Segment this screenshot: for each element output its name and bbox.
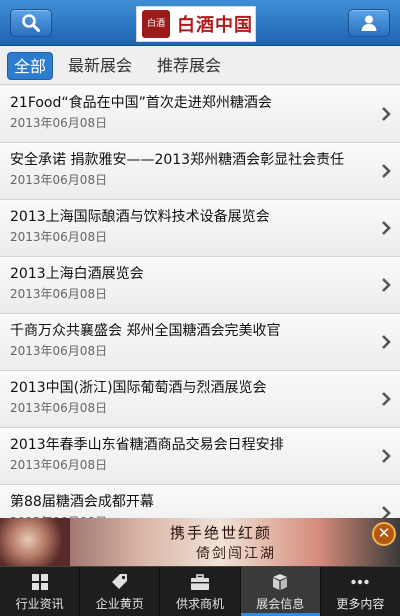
chevron-right-icon xyxy=(382,221,391,235)
tab-all[interactable]: 全部 xyxy=(7,52,53,80)
nav-label: 供求商机 xyxy=(176,597,225,611)
close-icon[interactable]: ✕ xyxy=(372,522,396,546)
nav-item-supply-demand[interactable]: 供求商机 xyxy=(160,567,241,616)
item-title: 2013中国(浙江)国际葡萄酒与烈酒展览会 xyxy=(10,380,267,396)
box-icon xyxy=(273,574,288,590)
item-date: 2013年06月08日 xyxy=(10,173,108,187)
item-date: 2013年06月08日 xyxy=(10,458,108,472)
search-icon xyxy=(22,14,40,32)
filter-tabs: 全部 最新展会 推荐展会 xyxy=(0,47,400,85)
chevron-right-icon xyxy=(382,278,391,292)
nav-label: 展会信息 xyxy=(256,597,305,611)
item-title: 2013年春季山东省糖酒商品交易会日程安排 xyxy=(10,437,284,453)
tab-latest-expos[interactable]: 最新展会 xyxy=(68,52,132,80)
nav-label: 企业黄页 xyxy=(95,597,144,611)
item-title: 21Food“食品在中国”首次走进郑州糖酒会 xyxy=(10,95,272,111)
nav-item-industry-news[interactable]: 行业资讯 xyxy=(0,567,81,616)
more-dots-icon xyxy=(351,579,370,585)
item-date: 2013年06月08日 xyxy=(10,230,108,244)
list-item[interactable]: 2013年春季山东省糖酒商品交易会日程安排 2013年06月08日 xyxy=(0,428,400,485)
bottom-nav: 行业资讯 企业黄页 供求商机 展会信息 更多内容 xyxy=(0,566,400,616)
item-date: 2013年06月08日 xyxy=(10,401,108,415)
list-item[interactable]: 2013中国(浙江)国际葡萄酒与烈酒展览会 2013年06月08日 xyxy=(0,371,400,428)
chevron-right-icon xyxy=(382,392,391,406)
chevron-right-icon xyxy=(382,107,391,121)
header-bar: 白酒 白酒中国 xyxy=(0,0,400,46)
logo-text: 白酒中国 xyxy=(177,15,253,36)
nav-item-company-directory[interactable]: 企业黄页 xyxy=(80,567,161,616)
chevron-right-icon xyxy=(382,449,391,463)
expo-list: 21Food“食品在中国”首次走进郑州糖酒会 2013年06月08日 安全承诺 … xyxy=(0,86,400,542)
ad-headline: 携手绝世红颜 xyxy=(170,524,273,542)
search-button[interactable] xyxy=(10,9,52,37)
ad-banner[interactable]: 携手绝世红颜 倚剑闯江湖 ✕ xyxy=(0,518,400,566)
item-date: 2013年06月08日 xyxy=(10,344,108,358)
ad-character-image xyxy=(0,518,70,566)
user-icon xyxy=(361,15,377,31)
item-title: 千商万众共襄盛会 郑州全国糖酒会完美收官 xyxy=(10,323,281,339)
nav-item-more[interactable]: 更多内容 xyxy=(321,567,400,616)
nav-label: 行业资讯 xyxy=(15,597,64,611)
tag-icon xyxy=(111,574,127,589)
item-date: 2013年06月08日 xyxy=(10,116,108,130)
nav-item-expo-info[interactable]: 展会信息 xyxy=(240,567,321,616)
list-item[interactable]: 21Food“食品在中国”首次走进郑州糖酒会 2013年06月08日 xyxy=(0,86,400,143)
user-button[interactable] xyxy=(348,9,390,37)
item-title: 2013上海国际酿酒与饮料技术设备展览会 xyxy=(10,209,270,225)
logo-mark: 白酒 xyxy=(142,10,170,38)
list-item[interactable]: 千商万众共襄盛会 郑州全国糖酒会完美收官 2013年06月08日 xyxy=(0,314,400,371)
tab-recommended-expos[interactable]: 推荐展会 xyxy=(157,52,221,80)
ad-subline: 倚剑闯江湖 xyxy=(196,546,276,562)
list-item[interactable]: 2013上海国际酿酒与饮料技术设备展览会 2013年06月08日 xyxy=(0,200,400,257)
nav-label: 更多内容 xyxy=(336,597,385,611)
briefcase-icon xyxy=(191,574,209,590)
item-title: 2013上海白酒展览会 xyxy=(10,266,144,282)
site-logo[interactable]: 白酒 白酒中国 xyxy=(136,6,256,42)
chevron-right-icon xyxy=(382,335,391,349)
list-item[interactable]: 2013上海白酒展览会 2013年06月08日 xyxy=(0,257,400,314)
grid-icon xyxy=(31,574,48,590)
item-title: 安全承诺 捐款雅安——2013郑州糖酒会彰显社会责任 xyxy=(10,152,345,168)
chevron-right-icon xyxy=(382,164,391,178)
list-item[interactable]: 安全承诺 捐款雅安——2013郑州糖酒会彰显社会责任 2013年06月08日 xyxy=(0,143,400,200)
item-date: 2013年06月08日 xyxy=(10,287,108,301)
item-title: 第88届糖酒会成都开幕 xyxy=(10,494,154,510)
